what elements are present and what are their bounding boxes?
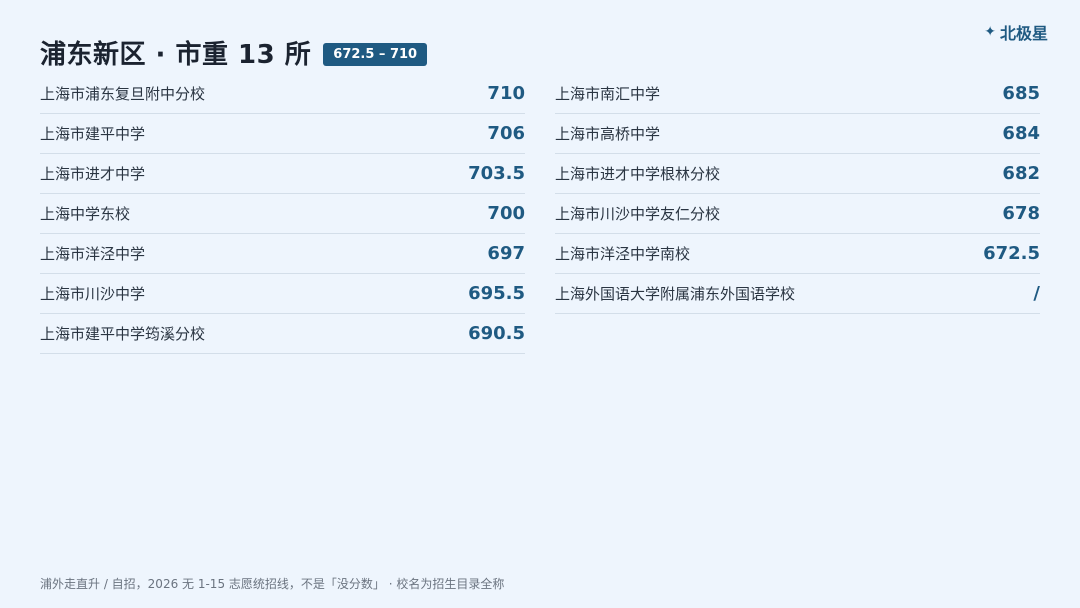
- school-score: 684: [1002, 123, 1040, 144]
- school-score: 703.5: [468, 163, 525, 184]
- list-item: 上海中学东校 700: [40, 194, 525, 234]
- school-name: 上海市川沙中学: [40, 285, 146, 303]
- list-item: 上海市洋泾中学 697: [40, 234, 525, 274]
- school-score: 672.5: [983, 243, 1040, 264]
- school-score: 697: [487, 243, 525, 264]
- school-name: 上海市进才中学根林分校: [555, 165, 721, 183]
- school-name: 上海市高桥中学: [555, 125, 661, 143]
- star-icon: ✦: [984, 24, 996, 40]
- school-name: 上海市进才中学: [40, 165, 146, 183]
- list-item: 上海市川沙中学 695.5: [40, 274, 525, 314]
- school-score: 678: [1002, 203, 1040, 224]
- list-item: 上海外国语大学附属浦东外国语学校 /: [555, 274, 1040, 314]
- list-item: 上海市浦东复旦附中分校 710: [40, 74, 525, 114]
- school-score: 710: [487, 83, 525, 104]
- page-header: 浦东新区 · 市重 13 所 672.5 – 710: [40, 34, 428, 71]
- school-name: 上海市洋泾中学: [40, 245, 146, 263]
- school-score: 682: [1002, 163, 1040, 184]
- school-score: 706: [487, 123, 525, 144]
- school-name: 上海市南汇中学: [555, 85, 661, 103]
- school-name: 上海中学东校: [40, 205, 131, 223]
- footer-note: 浦外走直升 / 自招，2026 无 1-15 志愿统招线，不是「没分数」 · 校…: [40, 577, 505, 591]
- school-name: 上海市浦东复旦附中分校: [40, 85, 206, 103]
- list-item: 上海市南汇中学 685: [555, 74, 1040, 114]
- brand-name: 北极星: [999, 24, 1048, 43]
- list-item: 上海市川沙中学友仁分校 678: [555, 194, 1040, 234]
- school-name: 上海外国语大学附属浦东外国语学校: [555, 285, 796, 303]
- school-score: /: [1033, 283, 1040, 304]
- school-score: 695.5: [468, 283, 525, 304]
- page-title: 浦东新区 · 市重 13 所: [40, 40, 312, 70]
- school-score: 690.5: [468, 323, 525, 344]
- list-item: 上海市进才中学 703.5: [40, 154, 525, 194]
- school-name: 上海市建平中学筠溪分校: [40, 325, 206, 343]
- list-item: 上海市进才中学根林分校 682: [555, 154, 1040, 194]
- list-item: 上海市建平中学筠溪分校 690.5: [40, 314, 525, 354]
- school-score: 700: [487, 203, 525, 224]
- left-column: 上海市浦东复旦附中分校 710 上海市建平中学 706 上海市进才中学 703.…: [40, 74, 525, 354]
- school-name: 上海市洋泾中学南校: [555, 245, 691, 263]
- list-item: 上海市建平中学 706: [40, 114, 525, 154]
- school-name: 上海市建平中学: [40, 125, 146, 143]
- list-item: 上海市洋泾中学南校 672.5: [555, 234, 1040, 274]
- brand-logo: ✦ 北极星: [984, 20, 1048, 44]
- school-score-list: 上海市浦东复旦附中分校 710 上海市建平中学 706 上海市进才中学 703.…: [40, 74, 1040, 354]
- right-column: 上海市南汇中学 685 上海市高桥中学 684 上海市进才中学根林分校 682 …: [555, 74, 1040, 354]
- school-score: 685: [1002, 83, 1040, 104]
- score-range-badge: 672.5 – 710: [323, 43, 428, 66]
- list-item: 上海市高桥中学 684: [555, 114, 1040, 154]
- school-name: 上海市川沙中学友仁分校: [555, 205, 721, 223]
